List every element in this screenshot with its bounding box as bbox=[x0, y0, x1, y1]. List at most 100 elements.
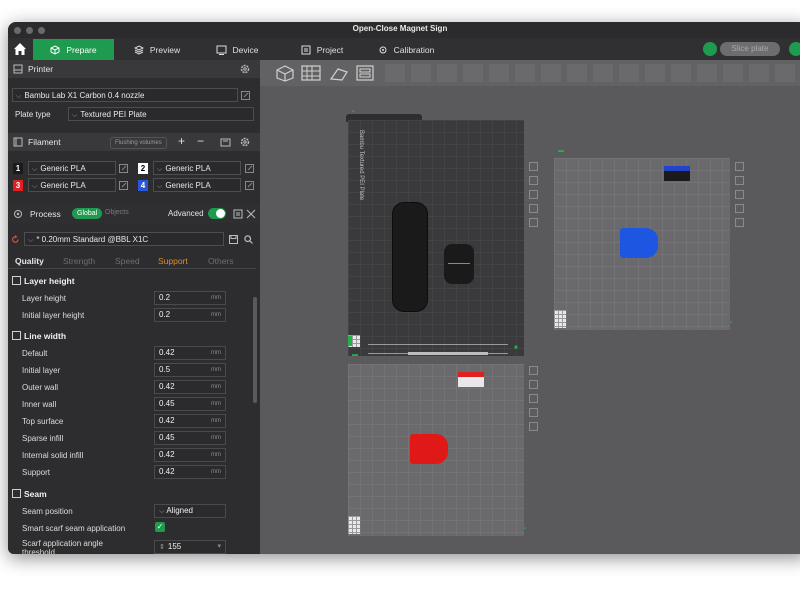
tools-icon[interactable] bbox=[246, 209, 256, 219]
plate-dropdown-button[interactable] bbox=[703, 42, 717, 56]
setting-label: Default bbox=[22, 349, 48, 358]
add-filament-button[interactable]: + bbox=[178, 134, 185, 148]
outer-wall-line-width-input[interactable]: 0.42 mm bbox=[154, 380, 226, 394]
global-toggle[interactable]: Global bbox=[72, 208, 103, 219]
plate-3-orient-button[interactable] bbox=[529, 394, 538, 403]
filament-section-header: Filament Flushing volumes + − bbox=[8, 133, 260, 151]
edit-icon[interactable] bbox=[241, 91, 250, 100]
plate-2-arrange-button[interactable] bbox=[735, 176, 744, 185]
filament-slot-1-select[interactable]: ⌵ Generic PLA bbox=[28, 161, 116, 175]
plate-2-close-button[interactable] bbox=[735, 162, 744, 171]
plate-1-settings-button[interactable] bbox=[529, 218, 538, 227]
gear-icon[interactable] bbox=[240, 64, 250, 74]
sparse-infill-line-width-input[interactable]: 0.45 mm bbox=[154, 431, 226, 445]
plate-3-settings-button[interactable] bbox=[529, 422, 538, 431]
edit-icon[interactable] bbox=[245, 181, 254, 190]
tab-divider bbox=[8, 268, 256, 269]
orient-icon[interactable] bbox=[328, 64, 350, 82]
initial-layer-line-width-input[interactable]: 0.5 mm bbox=[154, 363, 226, 377]
canvas-toolbar-faded-tools bbox=[385, 64, 800, 82]
home-icon[interactable] bbox=[12, 41, 28, 57]
plate-1-orient-button[interactable] bbox=[529, 190, 538, 199]
objects-toggle[interactable]: Objects bbox=[105, 209, 129, 216]
layer-height-input[interactable]: 0.2 mm bbox=[154, 291, 226, 305]
seam-group-header: Seam bbox=[8, 486, 256, 502]
edit-icon[interactable] bbox=[245, 164, 254, 173]
setting-label: Top surface bbox=[22, 417, 64, 426]
support-line-width-input[interactable]: 0.42 mm bbox=[154, 465, 226, 479]
sidebar-scrollbar[interactable] bbox=[253, 297, 257, 403]
edit-icon[interactable] bbox=[119, 181, 128, 190]
process-preset-select[interactable]: ⌵ * 0.20mm Standard @BBL X1C bbox=[24, 232, 224, 246]
tab-calibration[interactable]: Calibration bbox=[366, 39, 446, 60]
plate-type-select[interactable]: ⌵ Textured PEI Plate bbox=[68, 107, 254, 121]
inner-wall-line-width-input[interactable]: 0.45 mm bbox=[154, 397, 226, 411]
scarf-angle-spinner[interactable]: ⇕ 155 ▾ bbox=[154, 540, 226, 554]
internal-solid-infill-line-width-input[interactable]: 0.42 mm bbox=[154, 448, 226, 462]
compare-icon[interactable] bbox=[233, 209, 243, 219]
add-object-icon[interactable] bbox=[274, 64, 296, 82]
canvas-toolbar bbox=[260, 60, 800, 86]
smart-scarf-checkbox[interactable]: ✓ bbox=[155, 522, 165, 532]
grid-arrange-icon[interactable] bbox=[300, 64, 322, 82]
remove-filament-button[interactable]: − bbox=[197, 134, 204, 148]
advanced-switch[interactable] bbox=[208, 208, 226, 219]
save-icon[interactable] bbox=[229, 235, 238, 244]
slice-plate-button[interactable]: Slice plate bbox=[720, 42, 780, 56]
object-magnet-cover[interactable] bbox=[444, 244, 474, 284]
tab-others[interactable]: Others bbox=[208, 256, 234, 266]
plate-layout-icon[interactable] bbox=[354, 64, 376, 82]
plate-1-lock-button[interactable] bbox=[529, 204, 538, 213]
setting-label: Sparse infill bbox=[22, 434, 64, 443]
gear-icon[interactable] bbox=[240, 137, 250, 147]
seam-position-select[interactable]: ⌵ Aligned bbox=[154, 504, 226, 518]
plate-1-close-button[interactable] bbox=[529, 162, 538, 171]
plate-2-lock-button[interactable] bbox=[735, 204, 744, 213]
tab-prepare[interactable]: Prepare bbox=[33, 39, 114, 60]
printer-model-select[interactable]: ⌵ Bambu Lab X1 Carbon 0.4 nozzle bbox=[12, 88, 238, 102]
tab-preview[interactable]: Preview bbox=[123, 39, 191, 60]
object-magnet-blue[interactable] bbox=[620, 228, 658, 258]
tab-device[interactable]: Device bbox=[206, 39, 268, 60]
object-magnet-red[interactable] bbox=[410, 434, 448, 464]
plate-1[interactable]: Bambu Textured PEI Plate ■ bbox=[348, 120, 524, 356]
plate-3[interactable]: ▪ bbox=[348, 364, 526, 536]
object-open-sign-black[interactable] bbox=[392, 202, 428, 312]
slice-dropdown-button[interactable] bbox=[789, 42, 800, 56]
flushing-volumes-button[interactable]: Flushing volumes bbox=[110, 137, 167, 149]
initial-layer-height-input[interactable]: 0.2 mm bbox=[154, 308, 226, 322]
tab-support[interactable]: Support bbox=[158, 256, 188, 266]
plate-2[interactable]: ▪ bbox=[554, 158, 732, 330]
process-heading: Process bbox=[30, 209, 61, 219]
filament-slot-3-select[interactable]: ⌵ Generic PLA bbox=[28, 178, 116, 192]
tab-quality[interactable]: Quality bbox=[15, 256, 44, 266]
sync-ams-icon[interactable] bbox=[220, 137, 231, 147]
plate-2-settings-button[interactable] bbox=[735, 218, 744, 227]
plate-2-orient-button[interactable] bbox=[735, 190, 744, 199]
plate-3-lock-button[interactable] bbox=[529, 408, 538, 417]
reset-icon[interactable] bbox=[11, 235, 20, 244]
search-icon[interactable] bbox=[244, 235, 253, 244]
process-icon bbox=[14, 210, 22, 218]
filament-slot-2-select[interactable]: ⌵ Generic PLA bbox=[153, 161, 241, 175]
filament-slot-4-select[interactable]: ⌵ Generic PLA bbox=[153, 178, 241, 192]
setting-label: threshold bbox=[22, 548, 55, 554]
edit-icon[interactable] bbox=[119, 164, 128, 173]
tab-strength[interactable]: Strength bbox=[63, 256, 95, 266]
object-sign-thumbnail-blue[interactable] bbox=[664, 166, 690, 181]
object-sign-thumbnail-red[interactable] bbox=[458, 372, 484, 387]
top-surface-line-width-input[interactable]: 0.42 mm bbox=[154, 414, 226, 428]
settings-sidebar: Printer ⌵ Bambu Lab X1 Carbon 0.4 nozzle … bbox=[8, 60, 260, 554]
plater-canvas[interactable]: Bambu Textured PEI Plate ■ ▪ ▪ ▬ ▪ ▬ bbox=[260, 60, 800, 554]
default-line-width-input[interactable]: 0.42 mm bbox=[154, 346, 226, 360]
plate-1-arrange-button[interactable] bbox=[529, 176, 538, 185]
filament-slot-number: 2 bbox=[138, 163, 148, 174]
plate-1-number-tag: ■ bbox=[514, 345, 518, 351]
tab-label: Calibration bbox=[393, 44, 435, 55]
calibration-icon bbox=[379, 46, 387, 53]
plate-3-arrange-button[interactable] bbox=[529, 380, 538, 389]
setting-label: Seam position bbox=[22, 507, 73, 516]
tab-project[interactable]: Project bbox=[290, 39, 354, 60]
plate-3-close-button[interactable] bbox=[529, 366, 538, 375]
tab-speed[interactable]: Speed bbox=[115, 256, 140, 266]
